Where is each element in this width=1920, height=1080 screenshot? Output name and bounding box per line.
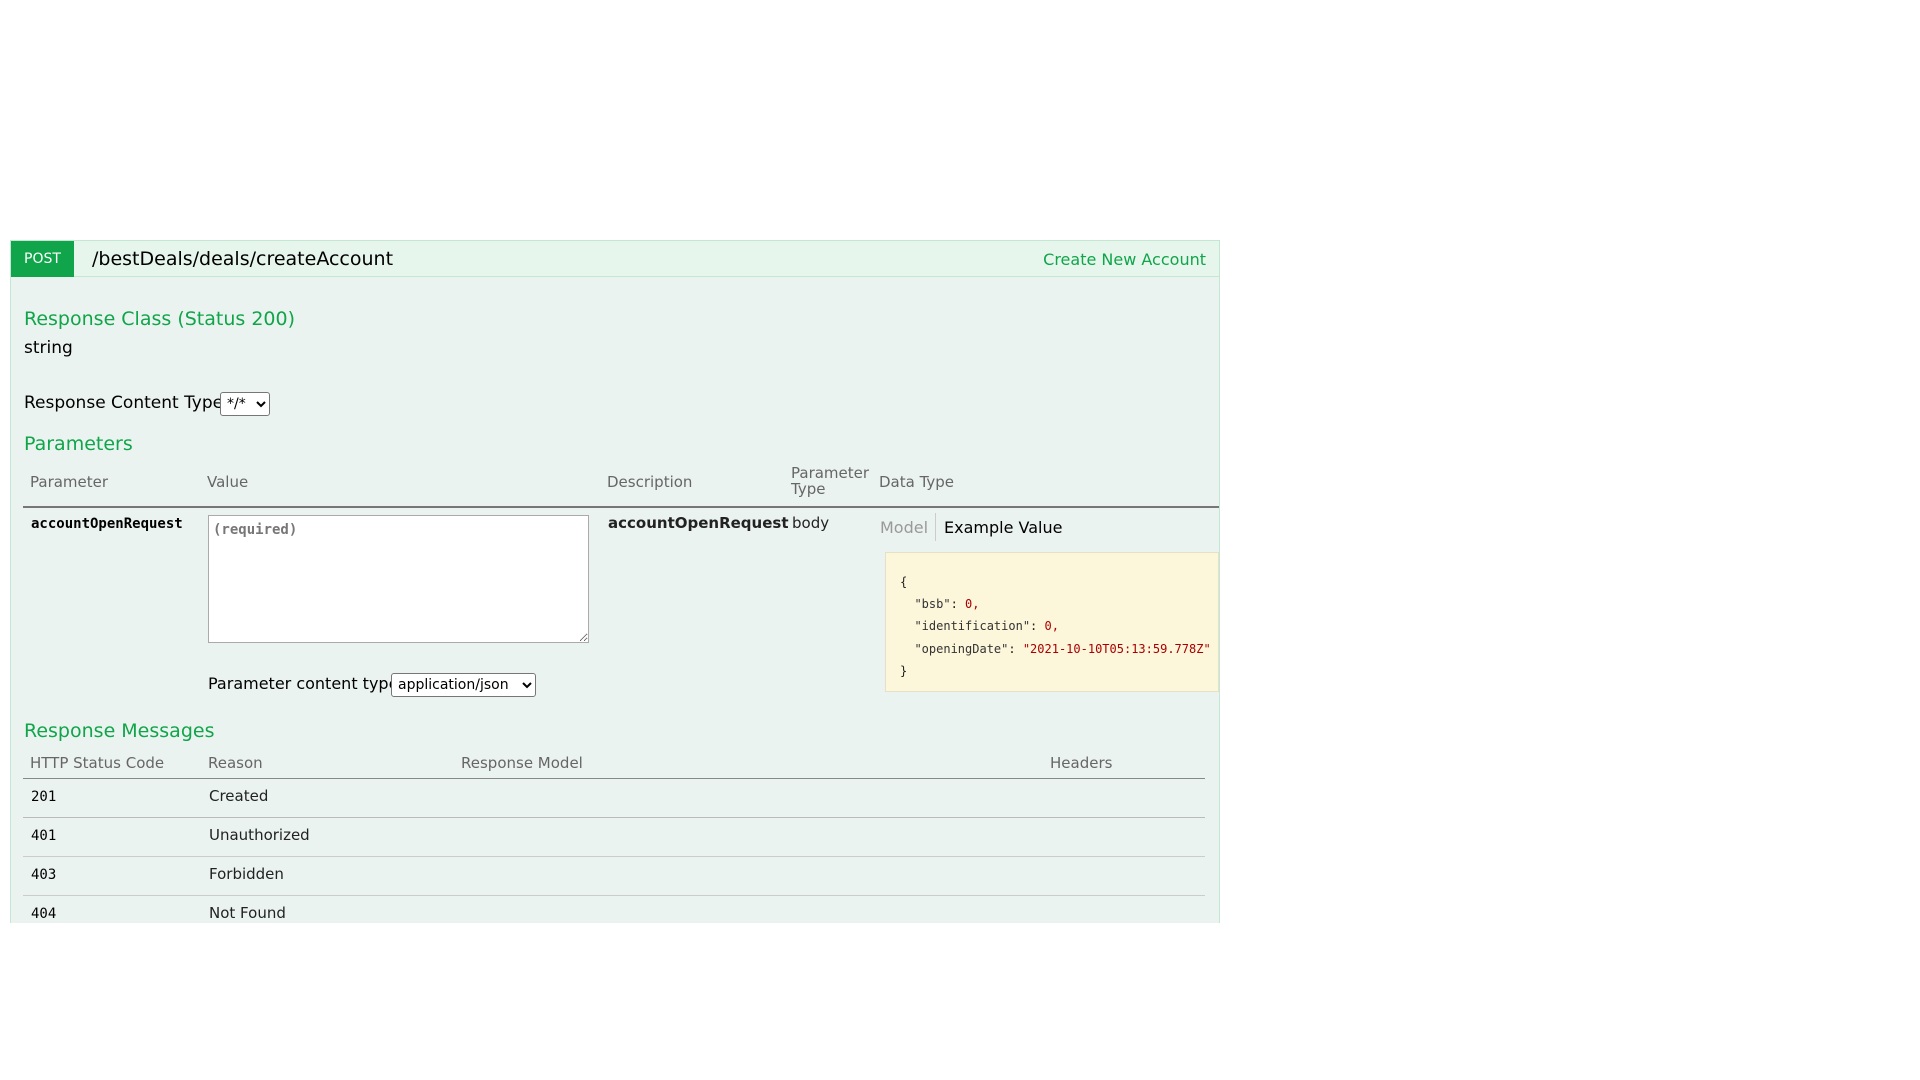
param-header-data-type: Data Type (879, 473, 955, 491)
json-value-bsb: 0, (965, 597, 980, 612)
rm-header-headers: Headers (1050, 754, 1113, 772)
rm-row-reason: Unauthorized (209, 826, 310, 844)
json-open-brace: { (900, 575, 908, 589)
response-class-title: Response Class (Status 200) (24, 308, 295, 330)
param-header-description: Description (607, 473, 693, 491)
response-messages-title: Response Messages (24, 720, 215, 742)
model-tab[interactable]: Model (880, 518, 928, 537)
signature-tab-divider (935, 513, 936, 541)
json-key-opening-date: "openingDate" (914, 641, 1009, 656)
response-content-type-select[interactable]: */* (220, 392, 270, 416)
example-value-tab[interactable]: Example Value (944, 518, 1062, 537)
json-key-bsb: "bsb" (914, 597, 951, 612)
param-header-parameter: Parameter (30, 473, 109, 491)
param-name: accountOpenRequest (31, 516, 183, 532)
rm-row-reason: Forbidden (209, 865, 284, 883)
param-header-parameter-type: Parameter Type (791, 465, 869, 497)
rm-row-code: 201 (31, 789, 57, 805)
rm-header-code: HTTP Status Code (30, 754, 165, 772)
json-close-brace: } (900, 663, 908, 678)
parameters-title: Parameters (24, 433, 133, 455)
rm-row-divider (23, 817, 1205, 818)
rm-header-model: Response Model (461, 754, 583, 772)
rm-row-divider (23, 856, 1205, 857)
rm-row-code: 403 (31, 867, 57, 883)
operation-heading[interactable]: POST /bestDeals/deals/createAccount Crea… (11, 241, 1219, 277)
rm-row-divider (23, 895, 1205, 896)
rm-row-reason: Not Found (209, 904, 286, 922)
param-description: accountOpenRequest (608, 514, 789, 532)
operation-summary-link[interactable]: Create New Account (1043, 250, 1206, 269)
rm-header-divider (23, 778, 1205, 779)
body-param-textarea[interactable] (208, 515, 589, 643)
response-class-type: string (24, 338, 73, 358)
example-json: { "bsb": 0, "identification": 0, "openin… (900, 575, 1211, 678)
json-key-identification: "identification" (914, 619, 1031, 634)
param-header-value: Value (207, 473, 249, 491)
response-content-type-label: Response Content Type (24, 393, 224, 413)
json-value-opening-date: "2021-10-10T05:13:59.778Z" (1022, 641, 1211, 656)
parameter-content-type-select[interactable]: application/json (391, 673, 536, 697)
rm-row-reason: Created (209, 787, 269, 805)
rm-row-code: 401 (31, 828, 57, 844)
parameters-header-divider (23, 506, 1219, 508)
rm-row-code: 404 (31, 906, 57, 922)
param-header-parameter-type-line2: Type (791, 480, 826, 498)
operation-panel: POST /bestDeals/deals/createAccount Crea… (10, 240, 1220, 923)
example-value-snippet[interactable]: { "bsb": 0, "identification": 0, "openin… (885, 552, 1219, 692)
rm-header-reason: Reason (208, 754, 263, 772)
operation-path[interactable]: /bestDeals/deals/createAccount (92, 248, 393, 270)
json-value-identification: 0, (1044, 619, 1059, 634)
parameter-content-type-label: Parameter content type: (208, 674, 404, 693)
http-method-badge[interactable]: POST (11, 241, 74, 277)
param-type: body (792, 514, 830, 532)
